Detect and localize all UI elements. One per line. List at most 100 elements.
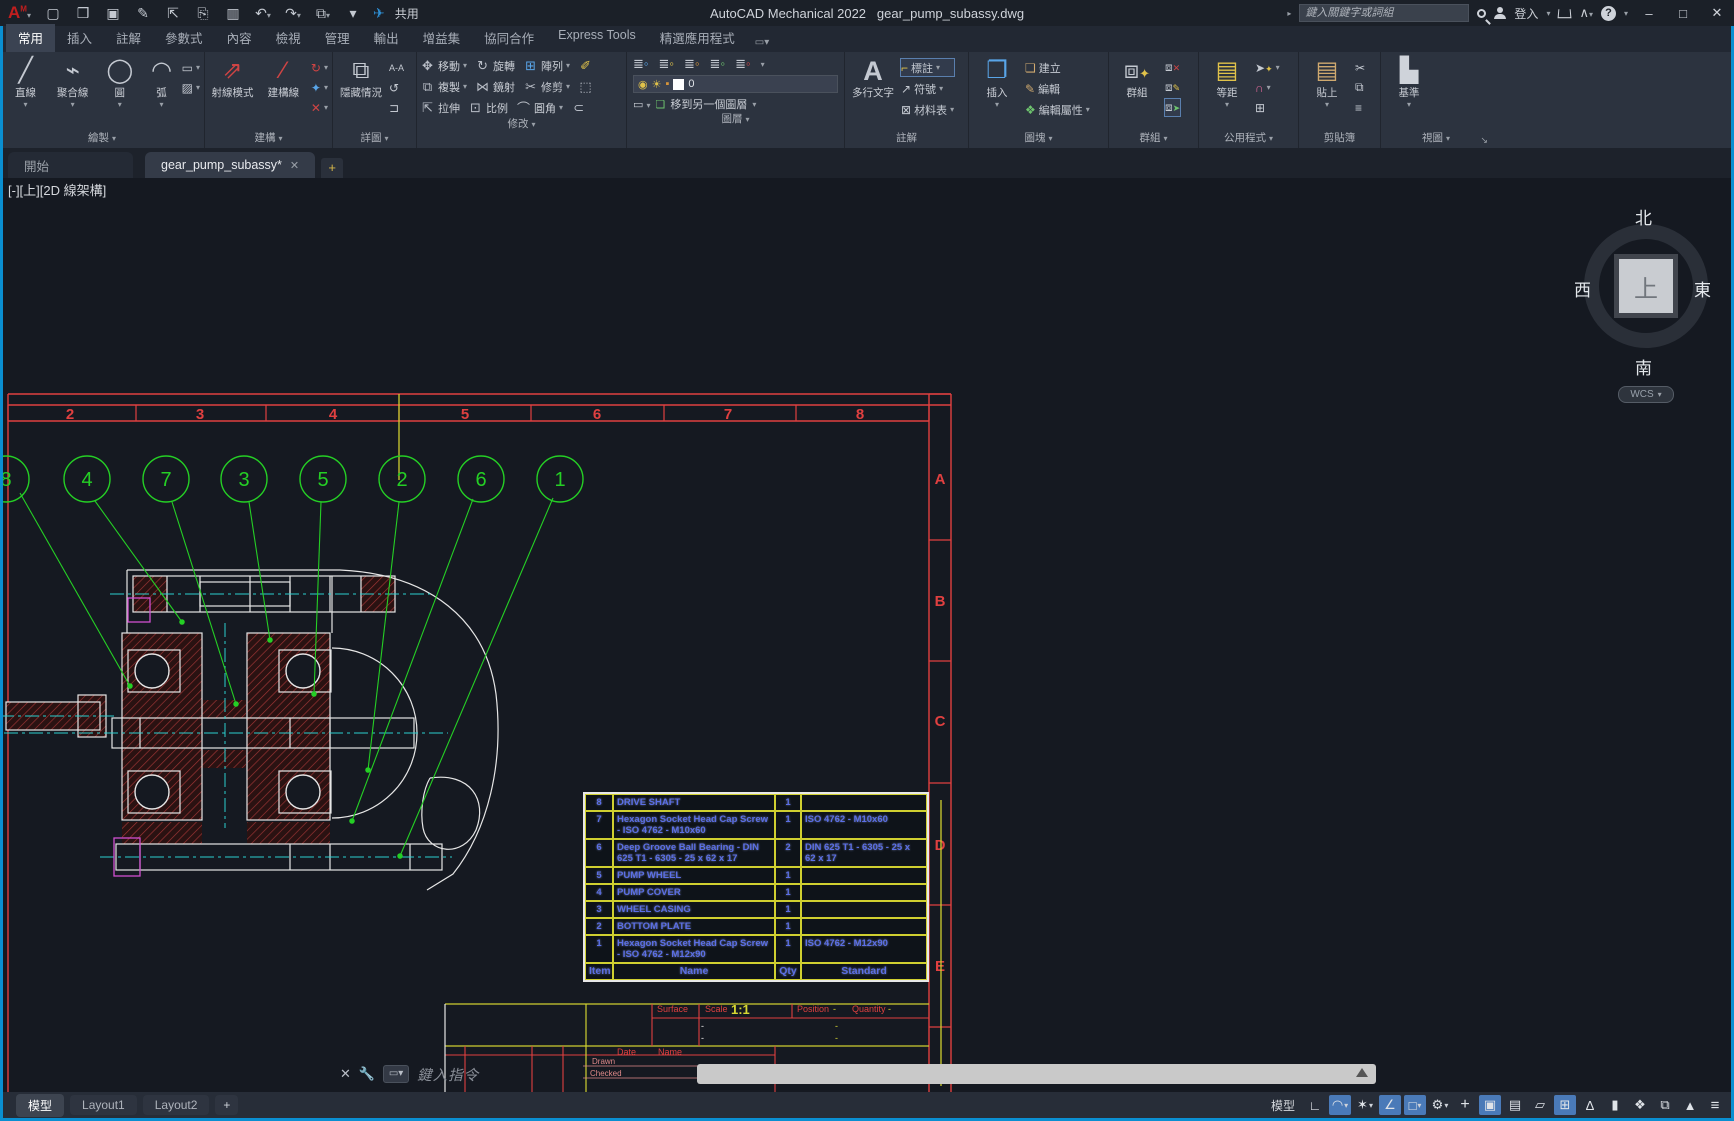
arc-button[interactable]: ◠弧▾ xyxy=(145,55,177,111)
create-block-button[interactable]: ❏建立 xyxy=(1025,59,1090,76)
new-layout-button[interactable]: + xyxy=(215,1095,238,1115)
construction-erase-button[interactable]: ✕▾ xyxy=(311,99,328,116)
scale-button[interactable]: ⊡比例 xyxy=(465,98,511,117)
circle-button[interactable]: ◯圓▾ xyxy=(98,55,141,111)
workspace-model-label[interactable]: 模型 xyxy=(1271,1097,1295,1114)
publish-button[interactable]: ⎘ xyxy=(193,5,213,22)
balloon-7[interactable]: 7 xyxy=(143,456,189,502)
panel-label-view[interactable]: 視圖 ▾ xyxy=(1381,131,1491,148)
file-tab-close-icon[interactable]: ✕ xyxy=(290,159,299,172)
layer-lock-icon[interactable]: ▪ xyxy=(665,78,669,90)
ray-mode-button[interactable]: ⇗射線模式 xyxy=(209,55,256,99)
share-button[interactable]: 共用 xyxy=(395,5,419,22)
redo-button[interactable]: ↷▾ xyxy=(283,5,303,22)
panel-label-clipboard[interactable]: 剪貼簿 xyxy=(1299,131,1380,148)
annotation-monitor-toggle[interactable]: ∆ xyxy=(1579,1095,1601,1115)
ortho-angle-toggle[interactable]: ∠ xyxy=(1379,1095,1401,1115)
drawing-canvas[interactable]: 2345678ABCDE xyxy=(0,178,1734,1092)
join-button[interactable]: ⊂ xyxy=(568,98,589,117)
panel-launcher-icon[interactable]: ↘ xyxy=(1480,135,1488,146)
layer-tools-arrow-icon[interactable]: ▾ xyxy=(761,60,765,69)
balloon-5[interactable]: 5 xyxy=(300,456,346,502)
viewcube[interactable]: 北 南 西 東 上 WCS▾ xyxy=(1576,208,1716,398)
viewcube-top-face[interactable]: 上 xyxy=(1619,259,1673,313)
customization-menu[interactable]: ≡ xyxy=(1704,1095,1726,1115)
grid-toggle[interactable]: ∟ xyxy=(1304,1095,1326,1115)
detail-rotate-button[interactable]: ↺ xyxy=(389,79,404,96)
panel-label-layer[interactable]: 圖層 ▾ xyxy=(627,112,844,129)
help-icon[interactable]: ? xyxy=(1601,6,1616,21)
save-button[interactable]: ▣ xyxy=(103,5,123,22)
move-button[interactable]: ✥移動▾ xyxy=(417,56,470,75)
array-button[interactable]: ⊞陣列▾ xyxy=(520,56,573,75)
dynamic-input-toggle[interactable]: □▾ xyxy=(1404,1095,1426,1115)
command-history-bar[interactable] xyxy=(697,1064,1376,1084)
workspace-switch-status[interactable]: ❖ xyxy=(1629,1095,1651,1115)
snap-magnet-button[interactable]: ∩▾ xyxy=(1255,79,1280,96)
panel-label-detail[interactable]: 詳圖 ▾ xyxy=(333,131,416,148)
polar-tracking-toggle[interactable]: ◠▾ xyxy=(1329,1095,1351,1115)
viewcube-west[interactable]: 西 xyxy=(1574,276,1591,301)
maximize-button[interactable]: □ xyxy=(1670,6,1696,21)
mirror-button[interactable]: ⋈鏡射 xyxy=(472,77,518,96)
plot-button[interactable]: ▥ xyxy=(223,5,243,22)
construction-fill-button[interactable]: ✦▾ xyxy=(311,79,328,96)
model-tab[interactable]: 模型 xyxy=(16,1094,64,1117)
viewcube-east[interactable]: 東 xyxy=(1694,276,1711,301)
construction-circle-button[interactable]: ↻▾ xyxy=(311,59,328,76)
help-arrow-icon[interactable]: ▾ xyxy=(1624,9,1628,18)
panel-label-annotate[interactable]: 註解 xyxy=(845,131,968,148)
paste-button[interactable]: ▤貼上▾ xyxy=(1303,55,1351,111)
annotation-scale-button[interactable]: ▮ xyxy=(1604,1095,1626,1115)
ribbon-tab-3[interactable]: 參數式 xyxy=(153,24,215,52)
save-as-button[interactable]: ✎ xyxy=(133,5,153,22)
ribbon-tab-11[interactable]: 精選應用程式 xyxy=(648,24,747,52)
new-file-button[interactable]: ▢ xyxy=(43,5,63,22)
sign-in-button[interactable]: 登入 xyxy=(1514,5,1538,22)
hatch-button[interactable]: ▨▾ xyxy=(182,79,200,96)
layout2-tab[interactable]: Layout2 xyxy=(143,1095,210,1115)
wcs-menu[interactable]: WCS▾ xyxy=(1618,386,1674,403)
ribbon-tab-7[interactable]: 輸出 xyxy=(362,24,411,52)
ribbon-tab-1[interactable]: 插入 xyxy=(55,24,104,52)
selection-cycling-toggle[interactable]: ▣ xyxy=(1479,1095,1501,1115)
line-button[interactable]: ╱直線▾ xyxy=(4,55,47,111)
file-tab-start[interactable]: 開始 xyxy=(8,152,133,178)
ribbon-tab-6[interactable]: 管理 xyxy=(313,24,362,52)
polyline-button[interactable]: ⌁聚合線▾ xyxy=(51,55,94,111)
command-recent-icon[interactable]: ▭▾ xyxy=(383,1065,409,1083)
app-store-icon[interactable] xyxy=(1558,9,1572,18)
command-customize-icon[interactable]: 🔧 xyxy=(359,1066,375,1082)
selection-filter-toggle[interactable]: ▱ xyxy=(1529,1095,1551,1115)
workspace-switch-button[interactable]: ⧉▾ xyxy=(313,5,333,22)
measure-button[interactable]: ▤等距▾ xyxy=(1203,55,1251,111)
lock-ui-toggle[interactable]: ⊞ xyxy=(1554,1095,1576,1115)
viewcube-south[interactable]: 南 xyxy=(1635,354,1652,379)
panel-label-draw[interactable]: 繪製 ▾ xyxy=(0,131,204,148)
cut-button[interactable]: ✂ xyxy=(1355,59,1365,76)
erase-button[interactable]: ✐ xyxy=(575,56,596,75)
open-from-mobile-button[interactable]: ⇱ xyxy=(163,5,183,22)
rotate-button[interactable]: ↻旋轉 xyxy=(472,56,518,75)
viewport-controls[interactable]: [-][上][2D 線架構] xyxy=(8,180,106,199)
ribbon-tab-0[interactable]: 常用 xyxy=(6,24,55,52)
group-select-toggle[interactable]: ⧈➤ xyxy=(1165,99,1180,116)
copy-button[interactable]: ⧉複製▾ xyxy=(417,77,470,96)
stretch-button[interactable]: ⇱拉伸 xyxy=(417,98,463,117)
snap-tracking-toggle[interactable]: ✶▾ xyxy=(1354,1095,1376,1115)
layer-isolate-icon[interactable]: ≣◦ xyxy=(710,56,726,72)
balloon-3[interactable]: 3 xyxy=(221,456,267,502)
balloon-2[interactable]: 2 xyxy=(379,456,425,502)
move-to-layer-button[interactable]: 移到另一個圖層 xyxy=(670,96,747,112)
fillet-button[interactable]: ⌒圓角▾ xyxy=(513,98,566,117)
calculator-button[interactable]: ⊞ xyxy=(1255,99,1280,116)
mtext-button[interactable]: A多行文字 xyxy=(849,55,897,99)
ribbon-tab-8[interactable]: 增益集 xyxy=(411,24,473,52)
snap-settings-gear[interactable]: ⚙▾ xyxy=(1429,1095,1451,1115)
viewcube-north[interactable]: 北 xyxy=(1635,204,1652,229)
ribbon-tab-9[interactable]: 協同合作 xyxy=(472,24,546,52)
ribbon-tab-2[interactable]: 註解 xyxy=(104,24,153,52)
new-drawing-tab-button[interactable]: + xyxy=(321,158,343,178)
layer-on-icon[interactable]: ◉ xyxy=(638,78,648,91)
construction-line-button[interactable]: ∕建構線 xyxy=(260,55,307,99)
